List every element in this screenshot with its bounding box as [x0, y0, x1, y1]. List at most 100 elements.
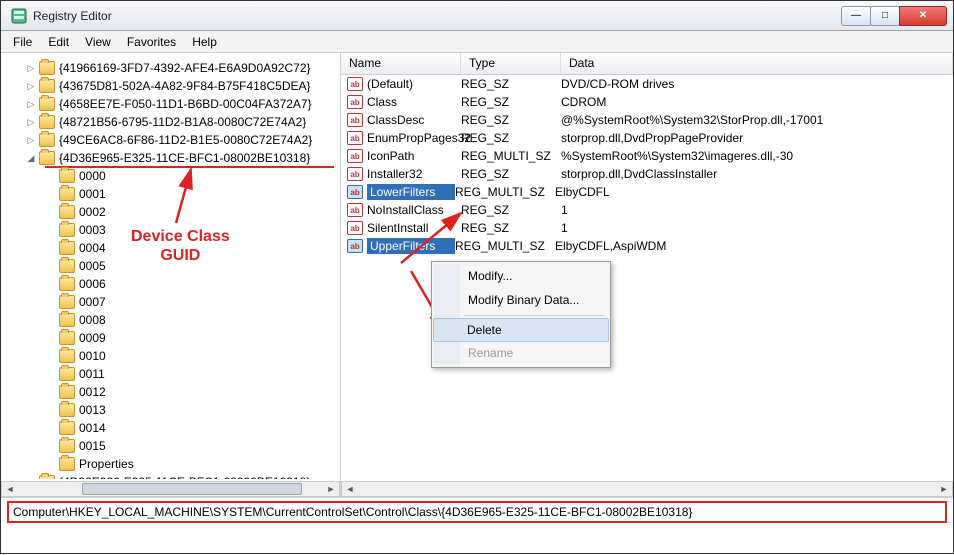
- tree-node[interactable]: 0002: [1, 203, 340, 221]
- folder-icon: [59, 259, 75, 273]
- menu-help[interactable]: Help: [184, 33, 225, 51]
- tree-node[interactable]: ◢{4D36E965-E325-11CE-BFC1-08002BE10318}: [1, 149, 340, 167]
- value-name: EnumPropPages32: [367, 131, 461, 145]
- value-row[interactable]: abClassDescREG_SZ@%SystemRoot%\System32\…: [341, 111, 953, 129]
- reg-string-icon: ab: [347, 77, 363, 91]
- tree-node[interactable]: 0008: [1, 311, 340, 329]
- value-row[interactable]: ab(Default)REG_SZDVD/CD-ROM drives: [341, 75, 953, 93]
- tree-node[interactable]: 0003: [1, 221, 340, 239]
- twisty-icon[interactable]: ◢: [25, 153, 37, 164]
- folder-icon: [39, 79, 55, 93]
- tree-node[interactable]: 0000: [1, 167, 340, 185]
- value-row[interactable]: abUpperFiltersREG_MULTI_SZElbyCDFL,AspiW…: [341, 237, 953, 255]
- value-data: @%SystemRoot%\System32\StorProp.dll,-170…: [561, 113, 953, 127]
- folder-icon: [59, 169, 75, 183]
- ctx-modify-binary[interactable]: Modify Binary Data...: [434, 288, 608, 312]
- folder-icon: [59, 385, 75, 399]
- menu-file[interactable]: File: [5, 33, 40, 51]
- tree-node[interactable]: 0001: [1, 185, 340, 203]
- value-row[interactable]: abClassREG_SZCDROM: [341, 93, 953, 111]
- tree-node[interactable]: 0005: [1, 257, 340, 275]
- tree-node[interactable]: 0012: [1, 383, 340, 401]
- minimize-button[interactable]: —: [841, 6, 871, 26]
- value-row[interactable]: abIconPathREG_MULTI_SZ%SystemRoot%\Syste…: [341, 147, 953, 165]
- twisty-icon[interactable]: ▷: [25, 99, 37, 110]
- tree-scrollbar[interactable]: ◄ ►: [1, 481, 340, 497]
- value-data: 1: [561, 221, 953, 235]
- value-type: REG_SZ: [461, 113, 561, 127]
- value-row[interactable]: abEnumPropPages32REG_SZstorprop.dll,DvdP…: [341, 129, 953, 147]
- value-name: NoInstallClass: [367, 203, 461, 217]
- folder-icon: [39, 151, 55, 165]
- folder-icon: [59, 367, 75, 381]
- folder-icon: [39, 97, 55, 111]
- reg-string-icon: ab: [347, 185, 363, 199]
- ctx-modify[interactable]: Modify...: [434, 264, 608, 288]
- folder-icon: [59, 277, 75, 291]
- value-row[interactable]: ab NoInstallClassREG_SZ1: [341, 201, 953, 219]
- tree-pane[interactable]: ▷{41966169-3FD7-4392-AFE4-E6A9D0A92C72}▷…: [1, 53, 341, 497]
- col-data[interactable]: Data: [561, 53, 953, 74]
- tree-node[interactable]: 0009: [1, 329, 340, 347]
- tree-node[interactable]: 0013: [1, 401, 340, 419]
- value-data: DVD/CD-ROM drives: [561, 77, 953, 91]
- tree-node[interactable]: ▷{4658EE7E-F050-11D1-B6BD-00C04FA372A7}: [1, 95, 340, 113]
- folder-icon: [39, 115, 55, 129]
- menu-view[interactable]: View: [77, 33, 119, 51]
- tree-node[interactable]: 0004: [1, 239, 340, 257]
- twisty-icon[interactable]: ▷: [25, 135, 37, 146]
- tree-node[interactable]: Properties: [1, 455, 340, 473]
- folder-icon: [59, 205, 75, 219]
- tree-node[interactable]: 0010: [1, 347, 340, 365]
- scroll-right-icon[interactable]: ►: [323, 482, 339, 496]
- twisty-icon[interactable]: ▷: [25, 81, 37, 92]
- tree-node[interactable]: 0006: [1, 275, 340, 293]
- tree-node[interactable]: 0007: [1, 293, 340, 311]
- window-title: Registry Editor: [33, 9, 842, 23]
- value-row[interactable]: abInstaller32REG_SZstorprop.dll,DvdClass…: [341, 165, 953, 183]
- value-data: 1: [561, 203, 953, 217]
- folder-icon: [59, 223, 75, 237]
- tree-node[interactable]: ▷ {43675D81-502A-4A82-9F84-B75F418C5DEA}: [1, 77, 340, 95]
- tree-label: {43675D81-502A-4A82-9F84-B75F418C5DEA}: [59, 79, 311, 93]
- value-row[interactable]: abLowerFiltersREG_MULTI_SZElbyCDFL: [341, 183, 953, 201]
- tree-label: 0000: [79, 169, 106, 183]
- value-type: REG_MULTI_SZ: [455, 185, 555, 199]
- scroll-left-icon[interactable]: ◄: [342, 482, 358, 496]
- folder-icon: [59, 457, 75, 471]
- tree-node[interactable]: 0011: [1, 365, 340, 383]
- tree-label: 0002: [79, 205, 106, 219]
- tree-node[interactable]: ▷{49CE6AC8-6F86-11D2-B1E5-0080C72E74A2}: [1, 131, 340, 149]
- tree-label: 0012: [79, 385, 106, 399]
- title-bar: Registry Editor — □ ✕: [1, 1, 953, 31]
- menu-edit[interactable]: Edit: [40, 33, 77, 51]
- close-button[interactable]: ✕: [899, 6, 947, 26]
- twisty-icon[interactable]: ▷: [25, 63, 37, 74]
- maximize-button[interactable]: □: [870, 6, 900, 26]
- twisty-icon[interactable]: ▷: [25, 117, 37, 128]
- tree-label: Properties: [79, 457, 134, 471]
- tree-label: 0009: [79, 331, 106, 345]
- menu-favorites[interactable]: Favorites: [119, 33, 184, 51]
- reg-string-icon: ab: [347, 221, 363, 235]
- value-row[interactable]: abSilentInstallREG_SZ1: [341, 219, 953, 237]
- tree-node[interactable]: 0015: [1, 437, 340, 455]
- tree-node[interactable]: ▷{41966169-3FD7-4392-AFE4-E6A9D0A92C72}: [1, 59, 340, 77]
- value-type: REG_SZ: [461, 221, 561, 235]
- values-scrollbar[interactable]: ◄ ►: [341, 481, 953, 497]
- scroll-right-icon[interactable]: ►: [936, 482, 952, 496]
- reg-string-icon: ab: [347, 167, 363, 181]
- col-name[interactable]: Name: [341, 53, 461, 74]
- tree-node[interactable]: ▷{48721B56-6795-11D2-B1A8-0080C72E74A2}: [1, 113, 340, 131]
- scroll-left-icon[interactable]: ◄: [2, 482, 18, 496]
- reg-string-icon: ab: [347, 203, 363, 217]
- col-type[interactable]: Type: [461, 53, 561, 74]
- scroll-thumb[interactable]: [82, 483, 302, 495]
- tree-node[interactable]: ▷{4D36E966-E325-11CE-BFC1-08002BE10318}: [1, 473, 340, 479]
- tree-node[interactable]: 0014: [1, 419, 340, 437]
- value-type: REG_SZ: [461, 203, 561, 217]
- ctx-delete[interactable]: Delete: [433, 318, 609, 342]
- value-type: REG_SZ: [461, 131, 561, 145]
- twisty-icon[interactable]: ▷: [25, 477, 37, 480]
- folder-icon: [59, 349, 75, 363]
